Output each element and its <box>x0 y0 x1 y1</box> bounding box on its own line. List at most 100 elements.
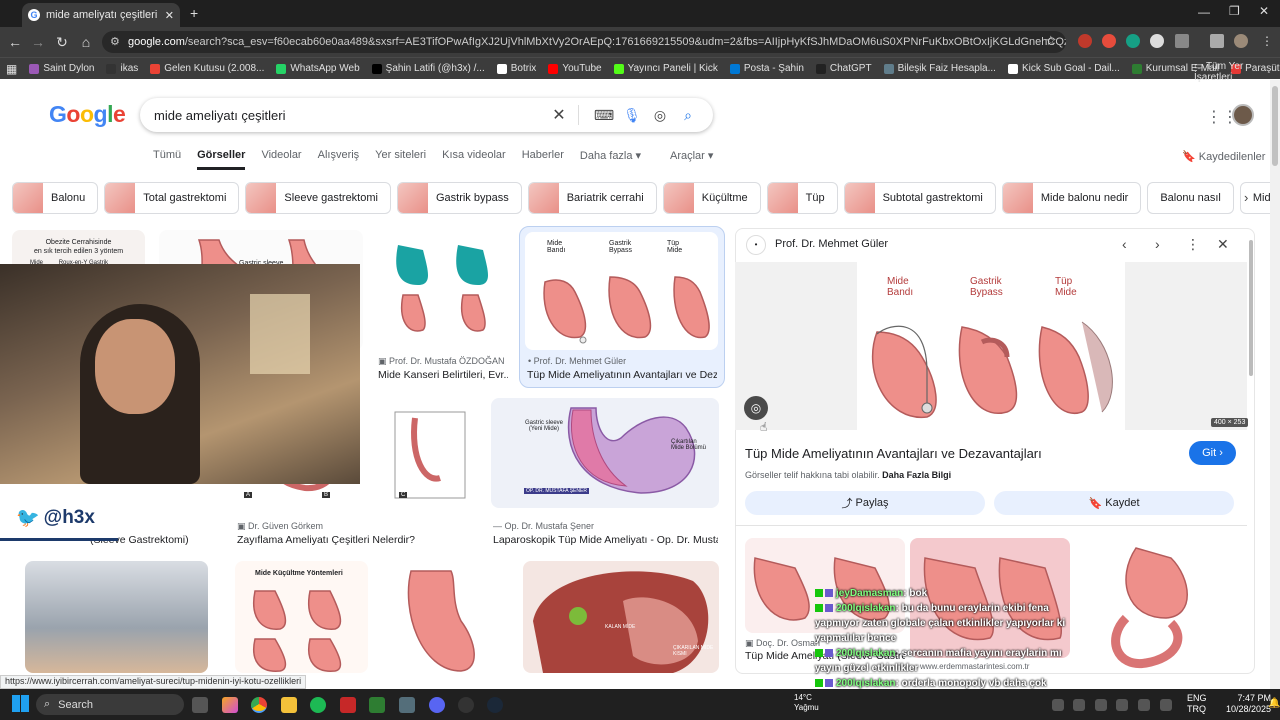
system-clock[interactable]: 7:47 PM 10/28/2025 <box>1226 693 1271 715</box>
refinement-chip[interactable]: Mide balonu nedir <box>1001 182 1142 214</box>
bookmark-item[interactable]: Bileşik Faiz Hesapla... <box>883 63 996 74</box>
copilot-icon[interactable] <box>222 697 238 713</box>
tab-1[interactable]: Tümü <box>153 149 181 170</box>
next-image-icon[interactable]: › <box>1155 236 1160 252</box>
minimize-icon[interactable]: — <box>1198 5 1210 19</box>
tray-icon[interactable] <box>1160 699 1172 711</box>
extension-icon[interactable] <box>1102 34 1116 48</box>
app-icon[interactable] <box>458 697 474 713</box>
related-source[interactable]: ▣ Doç. Dr. Osman <box>745 638 820 649</box>
reload-icon[interactable]: ↻ <box>52 32 72 52</box>
panel-scrollbar-thumb[interactable] <box>1249 240 1253 376</box>
refinement-chip[interactable]: Subtotal gastrektomi <box>843 182 996 214</box>
bookmark-item[interactable]: Şahin Latifi (@h3x) /... <box>371 63 485 74</box>
extension-icon[interactable] <box>1078 34 1092 48</box>
tab-3[interactable]: Videolar <box>261 149 301 170</box>
more-options-icon[interactable]: ⋮ <box>1186 236 1200 253</box>
bookmark-item[interactable]: Gelen Kutusu (2.008... <box>150 63 264 74</box>
result-image[interactable]: Mide Küçültme Yöntemleri <box>235 561 368 673</box>
tab-google-search[interactable]: G mide ameliyatı çeşitleri - Googl ✕ <box>22 3 180 27</box>
related-image[interactable] <box>1076 538 1236 672</box>
chrome-icon[interactable] <box>251 697 267 713</box>
site-info-icon[interactable]: ⚙ <box>110 35 120 48</box>
all-bookmarks[interactable]: ▭ Tüm Yer İşaretleri <box>1194 61 1280 83</box>
search-icon[interactable]: ⌕ <box>677 107 699 124</box>
menu-kebab-icon[interactable]: ⋮ <box>1261 34 1273 48</box>
result-image[interactable]: Mide Bandı Gastrik Bypass Tüp Mide <box>525 232 718 350</box>
app-icon[interactable] <box>340 697 356 713</box>
result-image[interactable] <box>25 561 208 673</box>
refinement-chip[interactable]: Küçültme <box>662 182 761 214</box>
refinement-chip[interactable]: Bariatrik cerrahi <box>527 182 657 214</box>
keyboard-icon[interactable]: ⌨ <box>593 107 615 124</box>
forward-icon[interactable]: → <box>28 32 48 52</box>
bookmark-item[interactable]: Yayıncı Paneli | Kick <box>613 63 718 74</box>
search-input[interactable]: mide ameliyatı çeşitleri <box>154 108 542 123</box>
lens-search-icon[interactable]: ◎ <box>744 396 768 420</box>
result-image[interactable] <box>381 561 510 673</box>
tray-icon[interactable] <box>1052 699 1064 711</box>
bookmark-item[interactable]: YouTube <box>548 63 602 74</box>
visit-button[interactable]: Git › <box>1189 441 1236 465</box>
result-source[interactable]: • Prof. Dr. Mehmet Güler <box>528 356 626 366</box>
bookmark-item[interactable]: ikas <box>106 63 138 74</box>
back-icon[interactable]: ← <box>5 32 25 52</box>
tab-6[interactable]: Kısa videolar <box>442 149 506 170</box>
microphone-icon[interactable]: 🎙 <box>621 107 643 124</box>
extension-icon[interactable] <box>1150 34 1164 48</box>
close-window-icon[interactable]: ✕ <box>1259 4 1269 18</box>
panel-title[interactable]: Tüp Mide Ameliyatının Avantajları ve Dez… <box>745 446 1042 461</box>
close-panel-icon[interactable]: ✕ <box>1217 236 1229 253</box>
address-bar[interactable]: google.com/search?sca_esv=f60ecab60e0aa4… <box>102 31 1066 53</box>
tools-button[interactable]: Araçlar ▾ <box>670 149 713 162</box>
search-box[interactable]: mide ameliyatı çeşitleri ✕ ⌨ 🎙 ◎ ⌕ <box>140 98 713 132</box>
result-image[interactable]: Gastric sleeve (Yeni Mide) Çıkartılan Mi… <box>491 398 719 508</box>
result-source[interactable]: ▣ Prof. Dr. Mustafa ÖZDOĞAN <box>378 356 505 367</box>
tab-8[interactable]: Daha fazla ▾ <box>580 149 641 170</box>
tray-icon[interactable] <box>1138 699 1150 711</box>
windows-start-icon[interactable] <box>12 695 29 712</box>
tray-icon[interactable] <box>1073 699 1085 711</box>
profile-avatar-icon[interactable] <box>1234 34 1248 48</box>
task-view-icon[interactable] <box>192 697 208 713</box>
saved-button[interactable]: 🔖 Kaydedilenler <box>1182 150 1265 163</box>
extension-icon[interactable] <box>1126 34 1140 48</box>
tab-5[interactable]: Yer siteleri <box>375 149 426 170</box>
result-title[interactable]: Mide Kanseri Belirtileri, Evr... <box>378 369 508 381</box>
tab-2[interactable]: Görseller <box>197 149 246 170</box>
share-button[interactable]: ⤴ Paylaş <box>745 491 985 515</box>
taskbar-search[interactable]: ⌕ Search <box>36 694 184 715</box>
bookmark-star-icon[interactable]: ☆ <box>1045 33 1057 49</box>
result-image[interactable]: KALAN MİDE ÇIKARILAN MİDE KISMI <box>523 561 719 673</box>
refinement-chip[interactable]: Tüp <box>766 182 838 214</box>
home-icon[interactable]: ⌂ <box>76 32 96 52</box>
bookmark-item[interactable]: Kick Sub Goal - Dail... <box>1007 63 1120 74</box>
bookmark-item[interactable]: Saint Dylon <box>29 63 94 74</box>
clear-search-icon[interactable]: ✕ <box>548 105 570 125</box>
refinement-chip[interactable]: Balonu <box>12 182 99 214</box>
scrollbar-thumb[interactable] <box>1272 86 1278 166</box>
app-icon[interactable] <box>369 697 385 713</box>
lens-camera-icon[interactable]: ◎ <box>649 107 671 124</box>
tray-icon[interactable] <box>1095 699 1107 711</box>
refinement-chip[interactable]: Total gastrektomi <box>104 182 240 214</box>
result-title[interactable]: Laparoskopik Tüp Mide Ameliyatı - Op. Dr… <box>493 534 718 546</box>
more-info-link[interactable]: Daha Fazla Bilgi <box>882 470 951 480</box>
close-tab-icon[interactable]: ✕ <box>165 9 174 22</box>
spotify-icon[interactable] <box>310 697 326 713</box>
refinement-chip[interactable]: Sleeve gastrektomi <box>245 182 391 214</box>
bookmark-item[interactable]: WhatsApp Web <box>276 63 360 74</box>
notification-icon[interactable]: 🔔 <box>1268 698 1280 709</box>
account-avatar[interactable] <box>1232 104 1254 126</box>
bookmark-item[interactable]: Botrix <box>496 63 536 74</box>
chips-next-icon[interactable]: › <box>1244 190 1248 205</box>
result-source[interactable]: — Op. Dr. Mustafa Şener <box>493 521 594 531</box>
weather-widget[interactable]: 14°C Yağmu <box>794 693 819 713</box>
bookmark-item[interactable]: ChatGPT <box>815 63 872 74</box>
file-explorer-icon[interactable] <box>281 697 297 713</box>
save-button[interactable]: 🔖 Kaydet <box>994 491 1234 515</box>
result-source[interactable]: ▣ Dr. Güven Görkem <box>237 521 323 532</box>
google-apps-icon[interactable]: ⋮⋮⋮ <box>1206 107 1254 126</box>
panel-source[interactable]: Prof. Dr. Mehmet Güler <box>775 238 888 250</box>
tray-icon[interactable] <box>1116 699 1128 711</box>
